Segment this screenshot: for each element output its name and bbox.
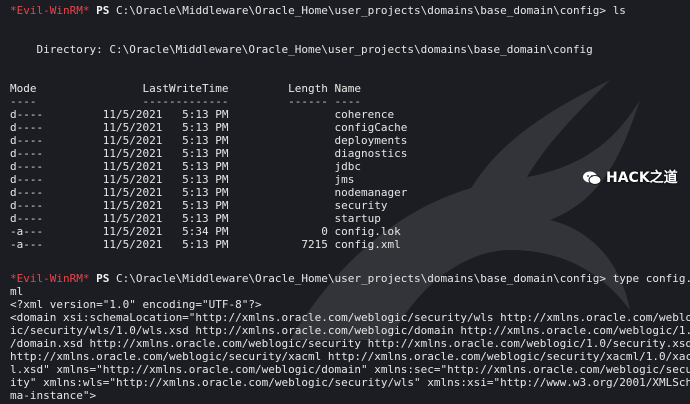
prompt-user: *Evil-WinRM*: [10, 272, 90, 285]
prompt-line-1: *Evil-WinRM* PS C:\Oracle\Middleware\Ora…: [10, 4, 626, 17]
listing-row: d---- 11/5/2021 5:13 PM diagnostics: [10, 147, 408, 160]
prompt-ps: PS: [96, 272, 110, 285]
output-line: ma-instance">: [10, 389, 97, 402]
output-line: <domain xsi:schemaLocation="http://xmlns…: [10, 311, 690, 324]
listing-row: d---- 11/5/2021 5:13 PM nodemanager: [10, 186, 408, 199]
prompt-cwd: C:\Oracle\Middleware\Oracle_Home\user_pr…: [115, 272, 607, 285]
listing-row: d---- 11/5/2021 5:13 PM security: [10, 199, 388, 212]
output-line: http://xmlns.oracle.com/weblogic/securit…: [10, 350, 690, 363]
wechat-badge: HACK之道: [582, 168, 678, 188]
listing-row: d---- 11/5/2021 5:13 PM jdbc: [10, 160, 361, 173]
listing-row: d---- 11/5/2021 5:13 PM configCache: [10, 121, 408, 134]
listing-row: -a--- 11/5/2021 5:13 PM 7215 config.xml: [10, 238, 401, 251]
prompt-ps: PS: [96, 4, 110, 17]
listing-row: d---- 11/5/2021 5:13 PM coherence: [10, 108, 395, 121]
output-line: <?xml version="1.0" encoding="UTF-8"?>: [10, 298, 262, 311]
command-text: type config.x: [612, 272, 690, 285]
badge-text: HACK之道: [606, 169, 678, 186]
listing-row: d---- 11/5/2021 5:13 PM startup: [10, 212, 381, 225]
command-wrap: ml: [10, 285, 24, 298]
listing-row: d---- 11/5/2021 5:13 PM jms: [10, 173, 355, 186]
wechat-icon: [583, 171, 602, 185]
command-text: ls: [612, 4, 626, 17]
prompt-line-2: *Evil-WinRM* PS C:\Oracle\Middleware\Ora…: [10, 272, 690, 285]
output-line: /domain.xsd http://xmlns.oracle.com/webl…: [10, 337, 690, 350]
prompt-cwd: C:\Oracle\Middleware\Oracle_Home\user_pr…: [115, 4, 607, 17]
output-line: ity" xmlns:wls="http://xmlns.oracle.com/…: [10, 376, 690, 389]
listing-header: Mode LastWriteTime Length Name: [10, 82, 361, 95]
listing-row: d---- 11/5/2021 5:13 PM deployments: [10, 134, 408, 147]
output-line: ic/security/wls/1.0/wls.xsd http://xmlns…: [10, 324, 690, 337]
output-line: l.xsd" xmlns="http://xmlns.oracle.com/we…: [10, 363, 690, 376]
directory-line: Directory: C:\Oracle\Middleware\Oracle_H…: [10, 43, 593, 56]
listing-row: -a--- 11/5/2021 5:34 PM 0 config.lok: [10, 225, 401, 238]
listing-divider: ---- ------------- ------ ----: [10, 95, 361, 108]
prompt-user: *Evil-WinRM*: [10, 4, 90, 17]
terminal-window[interactable]: *Evil-WinRM* PS C:\Oracle\Middleware\Ora…: [0, 0, 690, 404]
